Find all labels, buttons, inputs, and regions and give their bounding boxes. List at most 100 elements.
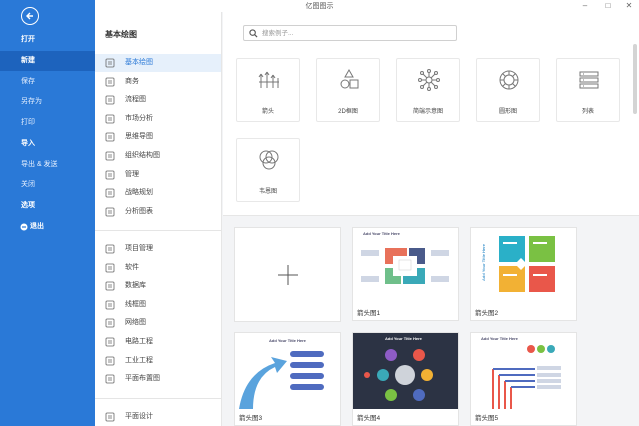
template-label: 箭头图4 xyxy=(357,415,381,422)
sidebar-category[interactable]: 电路工程 xyxy=(95,333,221,351)
minimize-button[interactable]: – xyxy=(575,0,595,12)
category-icon xyxy=(105,151,115,161)
sidebar-category[interactable]: 战略规划 xyxy=(95,184,221,202)
menu-new[interactable]: 新建 xyxy=(0,51,95,71)
sidebar-category-label: 战略规划 xyxy=(125,189,153,197)
sidebar-category[interactable]: 组织结构图 xyxy=(95,147,221,165)
tile-schematic[interactable]: 简端示意图 xyxy=(396,58,460,122)
sidebar-category-label: 管理 xyxy=(125,170,139,178)
sidebar-category[interactable]: 工业工程 xyxy=(95,352,221,370)
sidebar-category[interactable]: 管理 xyxy=(95,166,221,184)
tile-label: 圆形图 xyxy=(498,109,517,115)
shapes-icon xyxy=(340,68,359,89)
sidebar-category[interactable]: 流程图 xyxy=(95,91,221,109)
category-icon xyxy=(105,207,115,217)
back-button[interactable] xyxy=(21,7,39,25)
search-icon xyxy=(249,29,258,38)
search-input[interactable] xyxy=(262,27,452,39)
thumb-title: Add Your Title Here xyxy=(480,244,486,281)
sidebar-category-label: 线框图 xyxy=(125,300,146,308)
sidebar-category[interactable]: 基本绘图 xyxy=(95,54,221,72)
sidebar-category[interactable]: 网络图 xyxy=(95,314,221,332)
sidebar-category[interactable]: 软件 xyxy=(95,259,221,277)
menu-save-as[interactable]: 另存为 xyxy=(0,92,95,112)
template-card-arrow-5[interactable]: Add Your Title Here 箭头图5 xyxy=(470,332,577,426)
template-label: 箭头图3 xyxy=(239,415,263,422)
sidebar-category[interactable]: 平面布置图 xyxy=(95,370,221,388)
thumb-title: Add Your Title Here xyxy=(363,231,400,236)
thumb-title: Add Your Title Here xyxy=(385,336,422,341)
sidebar-category[interactable]: 数据库 xyxy=(95,277,221,295)
sidebar-category[interactable]: 平面设计 xyxy=(95,408,221,426)
menu-close[interactable]: 关闭 xyxy=(0,175,95,195)
category-icon xyxy=(105,95,115,105)
sidebar-category[interactable]: 思维导图 xyxy=(95,128,221,146)
sidebar-category[interactable]: 市场分析 xyxy=(95,110,221,128)
diagram-types-panel: 箭头 2D框图 简端示意图 圆形图 列表 韦恩图 xyxy=(223,44,639,216)
menu-exit-label: 退出 xyxy=(30,223,44,230)
tile-label: 箭头 xyxy=(261,109,274,115)
menu-options[interactable]: 选项 xyxy=(0,196,95,216)
category-icon xyxy=(105,374,115,384)
sidebar-category-label: 平面设计 xyxy=(125,413,153,420)
search-box[interactable] xyxy=(243,25,457,41)
template-card-arrow-2[interactable]: Add Your Title Here 箭头图2 xyxy=(470,227,577,321)
menu-print[interactable]: 打印 xyxy=(0,113,95,133)
sidebar-divider xyxy=(95,230,221,231)
sidebar-category[interactable]: 线框图 xyxy=(95,296,221,314)
category-icon xyxy=(105,77,115,87)
sidebar-category-label: 市场分析 xyxy=(125,114,153,122)
tile-venn[interactable]: 韦恩图 xyxy=(236,138,300,202)
template-label: 箭头图5 xyxy=(475,415,499,422)
branching-arrows-graphic xyxy=(492,345,561,409)
plus-icon xyxy=(278,265,298,285)
category-icon xyxy=(105,170,115,180)
sidebar-category-label: 工业工程 xyxy=(125,356,153,364)
tile-arrow[interactable]: 箭头 xyxy=(236,58,300,122)
category-icon xyxy=(105,114,115,124)
sidebar-category-label: 思维导图 xyxy=(125,133,153,141)
template-card-arrow-3[interactable]: Add Your Title Here 箭头图3 xyxy=(234,332,341,426)
template-thumbnail: Add Your Title Here xyxy=(353,333,458,409)
window-title: 亿图图示 xyxy=(305,3,334,10)
sidebar-category[interactable]: 商务 xyxy=(95,73,221,91)
category-icon xyxy=(105,337,115,347)
menu-export-send[interactable]: 导出 & 发送 xyxy=(0,155,95,175)
sidebar-category[interactable]: 分析图表 xyxy=(95,203,221,221)
menu-save[interactable]: 保存 xyxy=(0,72,95,92)
sidebar-category-label: 数据库 xyxy=(125,282,146,290)
category-icon xyxy=(105,412,115,422)
list-icon xyxy=(579,71,599,89)
template-thumbnail: Add Your Title Here xyxy=(235,333,340,409)
scrollbar[interactable] xyxy=(633,44,637,114)
sidebar-category-label: 分析图表 xyxy=(125,207,153,215)
file-menu: 打开 新建 保存 另存为 打印 导入 导出 & 发送 关闭 选项 退出 xyxy=(0,0,95,426)
template-label: 箭头图2 xyxy=(475,310,499,317)
close-button[interactable]: ✕ xyxy=(619,0,639,12)
quad-arrows-graphic xyxy=(499,236,555,292)
sidebar-divider xyxy=(95,398,221,399)
category-icon xyxy=(105,58,115,68)
sidebar-category-label: 商务 xyxy=(125,77,139,85)
radial-graphic xyxy=(364,349,433,401)
template-card-arrow-4[interactable]: Add Your Title Here 箭头图4 xyxy=(352,332,459,426)
maximize-button[interactable]: □ xyxy=(598,0,618,12)
arrow-left-icon xyxy=(26,12,33,20)
template-card-arrow-1[interactable]: Add Your Title Here 箭头图1 xyxy=(352,227,459,321)
network-icon xyxy=(418,69,440,91)
menu-open[interactable]: 打开 xyxy=(0,30,95,50)
arrow-diagram-icon xyxy=(258,71,279,88)
template-thumbnail: Add Your Title Here xyxy=(471,228,576,304)
menu-exit[interactable]: 退出 xyxy=(0,217,95,237)
category-icon xyxy=(105,281,115,291)
tile-circle-chart[interactable]: 圆形图 xyxy=(476,58,540,122)
thumb-title: Add Your Title Here xyxy=(481,336,518,341)
sidebar-category[interactable]: 项目管理 xyxy=(95,240,221,258)
menu-import[interactable]: 导入 xyxy=(0,134,95,154)
tile-2d-block[interactable]: 2D框图 xyxy=(316,58,380,122)
category-icon xyxy=(105,188,115,198)
blank-template-card[interactable] xyxy=(234,227,341,322)
template-thumbnail: Add Your Title Here xyxy=(471,333,576,409)
sidebar-category-label: 平面布置图 xyxy=(125,375,160,383)
tile-list[interactable]: 列表 xyxy=(556,58,620,122)
